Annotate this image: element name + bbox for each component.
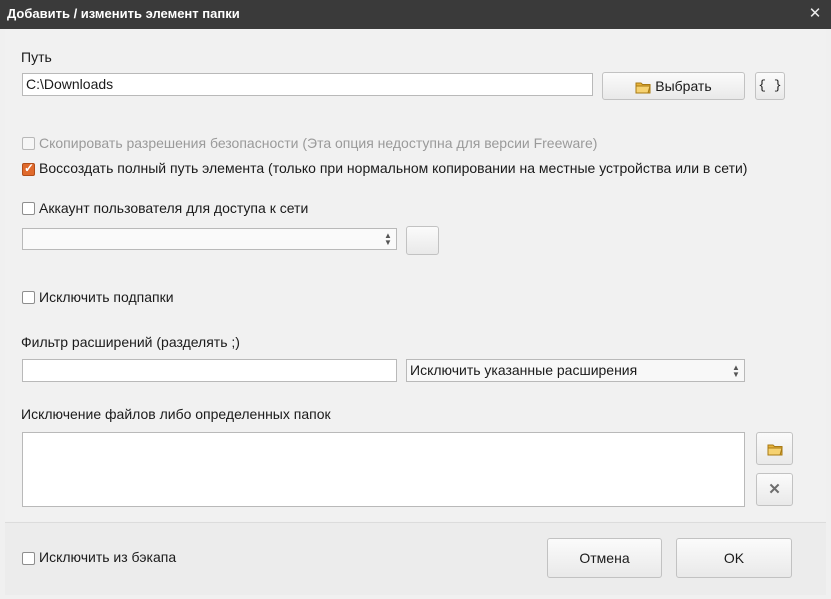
browse-button[interactable]: Выбрать	[602, 72, 745, 100]
path-label: Путь	[21, 49, 52, 65]
recreate-path-label[interactable]: Воссоздать полный путь элемента (только …	[39, 160, 747, 176]
macro-button[interactable]: { }	[755, 72, 785, 100]
account-settings-button[interactable]	[406, 226, 439, 255]
add-exclusion-button[interactable]	[756, 432, 793, 465]
path-input[interactable]: C:\Downloads	[22, 73, 593, 96]
recreate-path-checkbox[interactable]: ✓	[22, 161, 35, 176]
cancel-button[interactable]: Отмена	[547, 538, 662, 578]
dialog-body: Путь C:\Downloads Выбрать { } Скопироват…	[5, 29, 826, 521]
exclusions-label: Исключение файлов либо определенных папо…	[21, 406, 331, 422]
dialog-footer: Исключить из бэкапа Отмена OK	[5, 522, 826, 595]
folder-icon	[635, 82, 652, 94]
filter-mode-value: Исключить указанные расширения	[410, 362, 638, 378]
select-arrows-icon[interactable]: ▲ ▼	[731, 364, 741, 379]
exclude-backup-checkbox[interactable]	[22, 552, 35, 565]
remove-exclusion-button[interactable]: ✕	[756, 473, 793, 506]
copy-permissions-checkbox	[22, 137, 35, 150]
filter-label: Фильтр расширений (разделять ;)	[21, 334, 240, 350]
dialog-window: Добавить / изменить элемент папки ✕ Путь…	[0, 0, 831, 599]
title-bar[interactable]: Добавить / изменить элемент папки ✕	[0, 0, 831, 29]
network-account-label[interactable]: Аккаунт пользователя для доступа к сети	[39, 200, 308, 216]
path-input-value: C:\Downloads	[26, 76, 114, 92]
remove-icon: ✕	[768, 481, 781, 498]
copy-permissions-label: Скопировать разрешения безопасности (Эта…	[39, 135, 598, 151]
filter-mode-select[interactable]: Исключить указанные расширения ▲ ▼	[406, 359, 745, 382]
exclusions-list[interactable]	[22, 432, 745, 507]
filter-input[interactable]	[22, 359, 397, 382]
spin-arrows-icon[interactable]: ▲ ▼	[383, 232, 393, 247]
exclude-backup-label[interactable]: Исключить из бэкапа	[39, 549, 176, 565]
checkmark-icon: ✓	[24, 161, 35, 175]
exclude-subfolders-checkbox[interactable]	[22, 291, 35, 304]
exclude-subfolders-label[interactable]: Исключить подпапки	[39, 289, 174, 305]
account-combobox[interactable]: ▲ ▼	[22, 228, 397, 250]
browse-button-label: Выбрать	[655, 78, 712, 94]
close-icon[interactable]: ✕	[805, 4, 825, 24]
network-account-checkbox[interactable]	[22, 202, 35, 215]
folder-icon	[767, 444, 783, 456]
ok-button[interactable]: OK	[676, 538, 792, 578]
window-title: Добавить / изменить элемент папки	[7, 6, 240, 21]
